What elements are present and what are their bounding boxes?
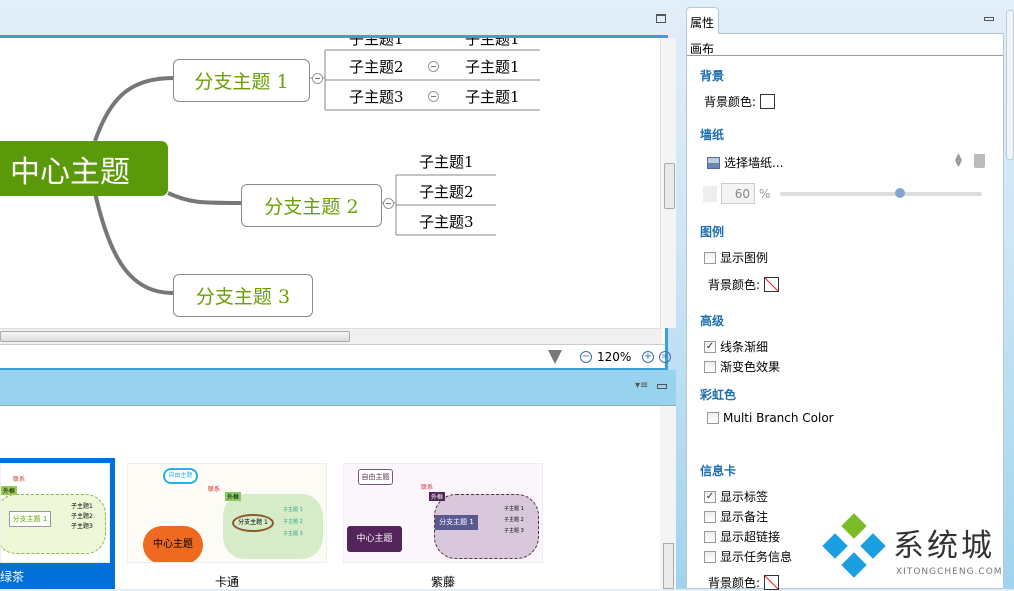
scroll-thumb[interactable]: [0, 331, 350, 342]
opacity-input[interactable]: 60: [721, 183, 755, 204]
filter-icon[interactable]: [548, 350, 562, 364]
watermark-url: XITONGCHENG.COM: [896, 567, 1003, 577]
infocard-color-swatch[interactable]: [764, 575, 780, 590]
horizontal-scrollbar[interactable]: [0, 328, 662, 344]
subtopic[interactable]: 子主题1: [465, 56, 520, 77]
percent-label: %: [759, 187, 771, 201]
taper-checkbox[interactable]: ✓: [704, 340, 716, 353]
subtopic[interactable]: 子主题3: [419, 211, 474, 232]
side-handle[interactable]: [1006, 10, 1014, 160]
tab-properties[interactable]: 属性: [686, 7, 719, 34]
legend-color-swatch[interactable]: [764, 277, 780, 292]
subtopic[interactable]: 子主题1: [465, 38, 520, 49]
mindmap-canvas[interactable]: 中心主题 分支主题 1 分支主题 2 分支主题 3 子主题1 子主题1 子主题2…: [0, 38, 662, 328]
subtopic[interactable]: 子主题3: [349, 86, 404, 107]
section-legend: 图例: [700, 225, 725, 239]
trash-icon[interactable]: [974, 154, 985, 168]
zoom-out-icon[interactable]: −: [580, 351, 592, 363]
section-wallpaper: 墙纸: [700, 128, 725, 142]
watermark-logo-icon: [822, 513, 888, 578]
themes-pane-header: ▾≡: [0, 370, 676, 406]
scroll-thumb[interactable]: [664, 163, 675, 209]
fit-icon[interactable]: =: [659, 351, 671, 363]
minimize-icon[interactable]: [984, 17, 994, 21]
collapse-icon[interactable]: [312, 73, 323, 84]
subtopic[interactable]: 子主题2: [419, 181, 474, 202]
maximize-editor-icon[interactable]: [656, 14, 666, 23]
watermark-text: 系统城: [893, 528, 995, 564]
branch-topic-1[interactable]: 分支主题 1: [173, 59, 310, 102]
infocard-color-label: 背景颜色:: [708, 576, 761, 590]
scroll-thumb[interactable]: [663, 543, 674, 589]
theme-item[interactable]: 自由主题 中心主题 分支主题 1 子主题 1 子主题 2 子主题 3 联系 外框 紫…: [343, 463, 543, 589]
minimize-icon[interactable]: [657, 384, 667, 389]
subtopic[interactable]: 子主题1: [419, 151, 474, 172]
spinner-icon[interactable]: ▲ ▼: [955, 153, 962, 169]
bg-color-swatch[interactable]: [760, 94, 776, 109]
show-hyperlinks-checkbox[interactable]: [704, 530, 716, 543]
section-rainbow: 彩虹色: [700, 388, 737, 402]
show-notes-checkbox[interactable]: [704, 510, 716, 523]
theme-label: 卡通: [214, 575, 239, 589]
vertical-scrollbar[interactable]: [660, 406, 676, 589]
show-legend-checkbox[interactable]: [704, 251, 716, 264]
branch-topic-3[interactable]: 分支主题 3: [173, 274, 313, 317]
show-labels-checkbox[interactable]: ✓: [704, 490, 716, 503]
theme-item-selected[interactable]: 分支主题 1 子主题1 子主题2 子主题3 联系 外框 绿茶: [0, 458, 115, 589]
theme-thumbnail: 分支主题 1 子主题1 子主题2 子主题3 联系 外框: [0, 463, 110, 563]
central-topic[interactable]: 中心主题: [0, 141, 168, 196]
bg-color-label: 背景颜色:: [704, 95, 757, 109]
collapse-icon[interactable]: [428, 61, 439, 72]
multi-branch-checkbox[interactable]: [707, 412, 719, 424]
theme-thumbnail: 自由主题 中心主题 分支主题 1 子主题 1 子主题 2 子主题 3 联系 外框: [343, 463, 543, 563]
section-background: 背景: [700, 69, 725, 83]
mindmap-editor: 中心主题 分支主题 1 分支主题 2 分支主题 3 子主题1 子主题1 子主题2…: [0, 35, 676, 371]
theme-thumbnail: 自由主题 中心主题 分支主题 1 子主题 1 子主题 2 子主题 3 联系 外框: [127, 463, 327, 563]
branch-topic-2[interactable]: 分支主题 2: [241, 184, 382, 227]
slider-handle[interactable]: [895, 188, 905, 198]
zoom-in-icon[interactable]: +: [642, 351, 654, 363]
view-menu-icon[interactable]: ▾≡: [635, 380, 648, 391]
select-wallpaper[interactable]: 选择墙纸...: [724, 154, 783, 171]
status-bar: − 120% + =: [0, 344, 671, 368]
section-advanced: 高级: [700, 314, 725, 328]
legend-color-label: 背景颜色:: [708, 278, 761, 292]
gradient-checkbox[interactable]: [704, 360, 716, 373]
section-infocard: 信息卡: [700, 464, 737, 478]
subtopic[interactable]: 子主题1: [349, 38, 404, 49]
opacity-slider[interactable]: [780, 188, 982, 198]
properties-panel: 画布 背景 背景颜色: 墙纸 选择墙纸... ▲ ▼ 60 % 图例 显示图例 背…: [686, 33, 1004, 590]
theme-label: 紫藤: [430, 575, 455, 589]
theme-label: 绿茶: [0, 570, 25, 584]
themes-pane: 分支主题 1 子主题1 子主题2 子主题3 联系 外框 绿茶 自由主题 中心主题 分…: [0, 406, 676, 589]
vertical-scrollbar[interactable]: [660, 38, 676, 328]
zoom-level: 120%: [597, 350, 632, 364]
collapse-icon[interactable]: [383, 198, 394, 209]
image-icon: [707, 156, 720, 169]
subtopic[interactable]: 子主题1: [465, 86, 520, 107]
subtopic[interactable]: 子主题2: [349, 56, 404, 77]
show-task-info-checkbox[interactable]: [704, 550, 716, 563]
collapse-icon[interactable]: [428, 91, 439, 102]
theme-item[interactable]: 自由主题 中心主题 分支主题 1 子主题 1 子主题 2 子主题 3 联系 外框 卡…: [127, 463, 327, 589]
